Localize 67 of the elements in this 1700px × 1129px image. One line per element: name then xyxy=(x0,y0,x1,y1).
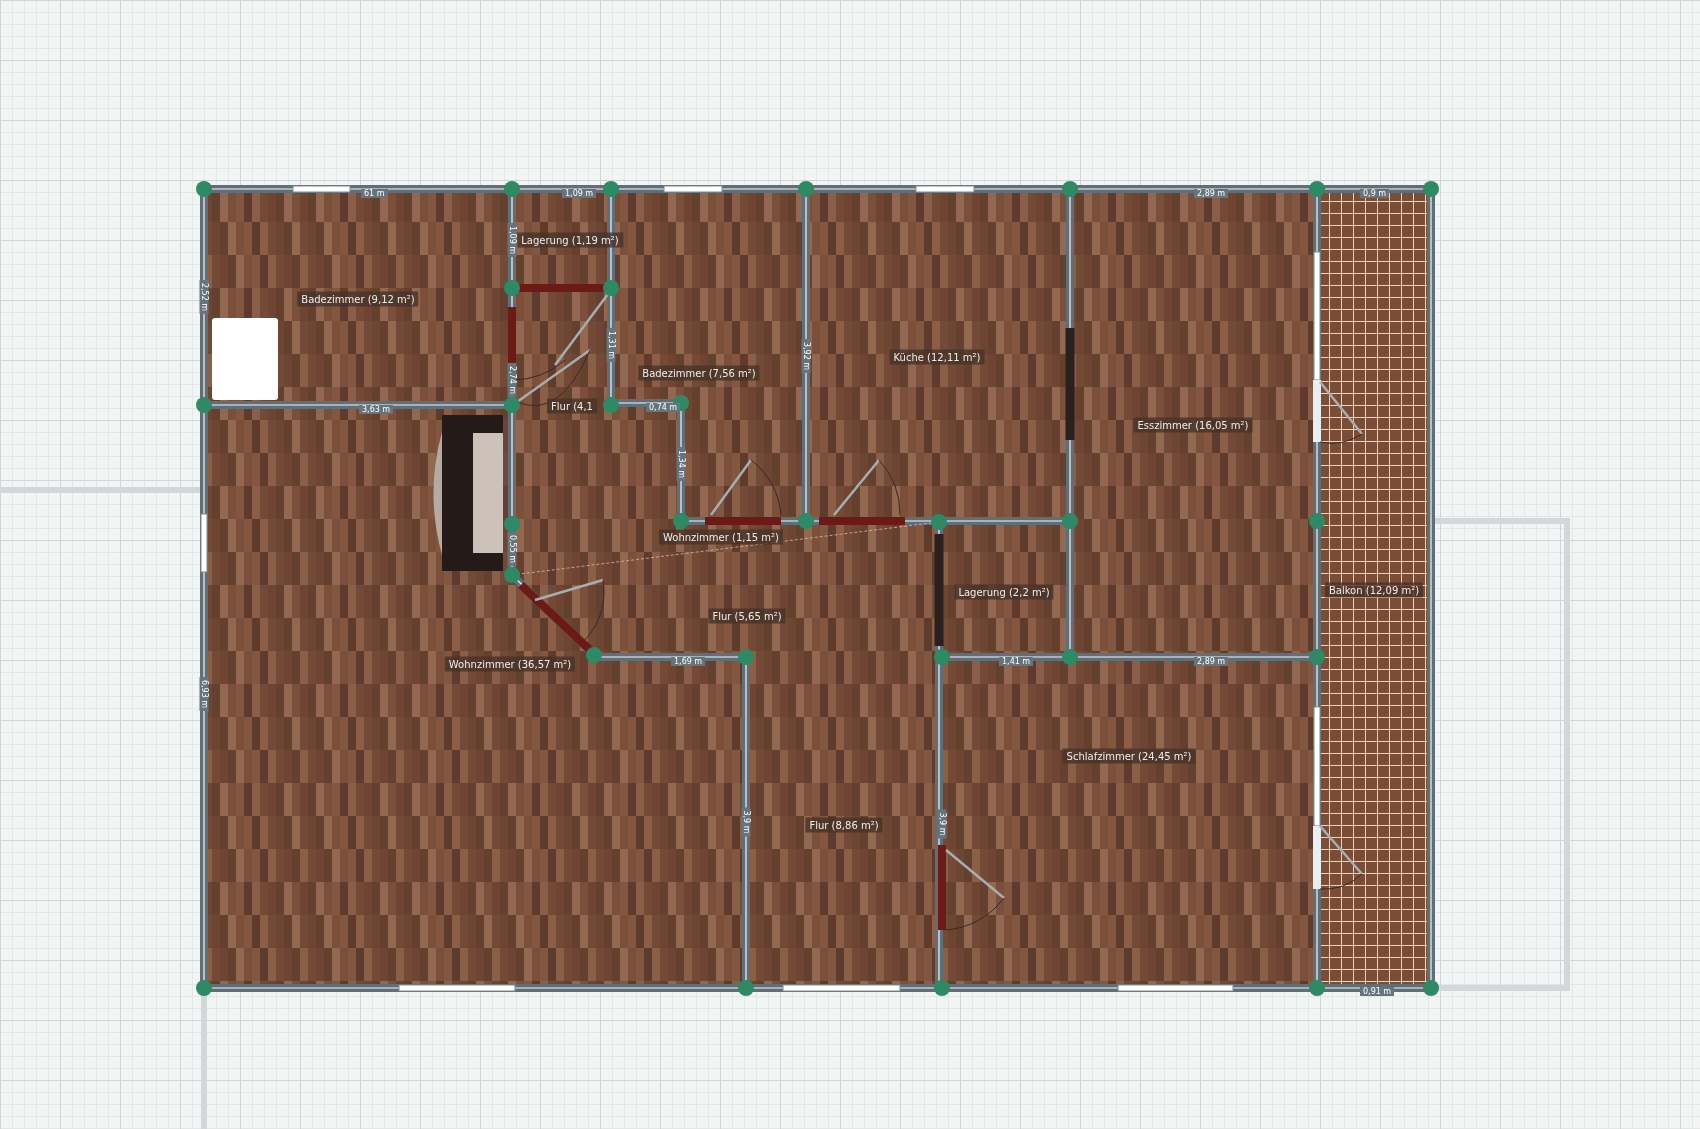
dimension-label: 0,74 m xyxy=(646,403,681,412)
wall-node[interactable] xyxy=(798,181,814,197)
wall-node[interactable] xyxy=(504,516,520,532)
dimension-label: 1,09 m xyxy=(507,222,517,258)
room-label: Wohnzimmer (1,15 m²) xyxy=(659,529,783,545)
dimension-label: 2,52 m xyxy=(199,279,209,315)
dimension-label: 61 m xyxy=(361,189,388,198)
wall-node[interactable] xyxy=(196,980,212,996)
wall-node[interactable] xyxy=(1062,181,1078,197)
wall-node[interactable] xyxy=(673,513,689,529)
wall-node[interactable] xyxy=(738,649,754,665)
dimension-label: 1,34 m xyxy=(676,446,686,482)
wall-node[interactable] xyxy=(603,280,619,296)
room-label: Lagerung (1,19 m²) xyxy=(517,232,623,248)
wall-node[interactable] xyxy=(1309,513,1325,529)
room-label: Flur (5,65 m²) xyxy=(708,608,786,624)
room-label: Flur (8,86 m²) xyxy=(805,817,883,833)
wall-node[interactable] xyxy=(196,181,212,197)
dimension-label: 0,55 m xyxy=(507,531,517,567)
dimension-label: 6,93 m xyxy=(199,676,209,712)
dimension-label: 1,31 m xyxy=(606,327,616,363)
room-label: Wohnzimmer (36,57 m²) xyxy=(444,656,576,672)
room-label: Schlafzimmer (24,45 m²) xyxy=(1062,748,1196,764)
wall-node[interactable] xyxy=(931,514,947,530)
room-label: Esszimmer (16,05 m²) xyxy=(1133,417,1253,433)
wall-node[interactable] xyxy=(738,980,754,996)
wall-node[interactable] xyxy=(1423,181,1439,197)
wall-node[interactable] xyxy=(1309,649,1325,665)
wall-node[interactable] xyxy=(1309,181,1325,197)
room-label: Badezimmer (7,56 m²) xyxy=(638,365,760,381)
wall-node[interactable] xyxy=(1062,513,1078,529)
wall-node[interactable] xyxy=(504,280,520,296)
dimension-label: 3,92 m xyxy=(801,338,811,374)
wall-node[interactable] xyxy=(504,567,520,583)
wall-node[interactable] xyxy=(196,397,212,413)
door-drawing xyxy=(1313,825,1363,890)
room-label: Lagerung (2,2 m²) xyxy=(954,584,1054,600)
wall-node[interactable] xyxy=(1062,649,1078,665)
wall-node[interactable] xyxy=(934,980,950,996)
wall-node[interactable] xyxy=(504,397,520,413)
dimension-label: 1,41 m xyxy=(999,657,1034,666)
window xyxy=(663,185,723,193)
window xyxy=(292,185,351,193)
dimension-label: 3,63 m xyxy=(359,405,394,414)
wall-node[interactable] xyxy=(504,181,520,197)
wall-node[interactable] xyxy=(603,181,619,197)
dimension-label: 0,91 m xyxy=(1360,987,1395,996)
room-label: Flur (4,1 xyxy=(547,398,597,414)
wall-node[interactable] xyxy=(586,647,602,663)
dimension-label: 1,69 m xyxy=(671,657,706,666)
wall-node[interactable] xyxy=(1309,980,1325,996)
dimension-label: 2,89 m xyxy=(1194,189,1229,198)
room-label: Balkon (12,09 m²) xyxy=(1324,582,1424,598)
window xyxy=(915,185,975,193)
room-label: Küche (12,11 m²) xyxy=(889,349,985,365)
room-label: Badezimmer (9,12 m²) xyxy=(297,291,419,307)
wall-node[interactable] xyxy=(934,649,950,665)
wall-node[interactable] xyxy=(798,513,814,529)
dimension-label: 1,09 m xyxy=(562,189,597,198)
dimension-label: 3,9 m xyxy=(937,809,947,839)
window xyxy=(200,513,208,573)
wall-node[interactable] xyxy=(1423,980,1439,996)
dimension-label: 0,9 m xyxy=(1360,189,1390,198)
dimension-label: 3,9 m xyxy=(741,807,751,837)
dimension-label: 2,74 m xyxy=(507,362,517,398)
dimension-label: 2,89 m xyxy=(1194,657,1229,666)
wall-node[interactable] xyxy=(603,397,619,413)
